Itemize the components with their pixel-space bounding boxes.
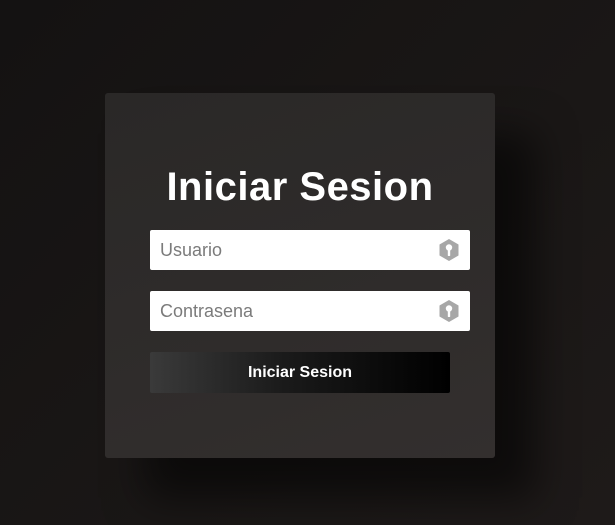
- login-card: Iniciar Sesion Iniciar Sesion: [105, 93, 495, 458]
- password-field[interactable]: [150, 291, 470, 331]
- username-input[interactable]: [150, 230, 430, 270]
- username-field[interactable]: [150, 230, 470, 270]
- login-submit-button[interactable]: Iniciar Sesion: [150, 352, 450, 393]
- login-title: Iniciar Sesion: [166, 165, 434, 209]
- key-icon: [439, 239, 459, 261]
- password-input[interactable]: [150, 291, 430, 331]
- key-icon: [439, 300, 459, 322]
